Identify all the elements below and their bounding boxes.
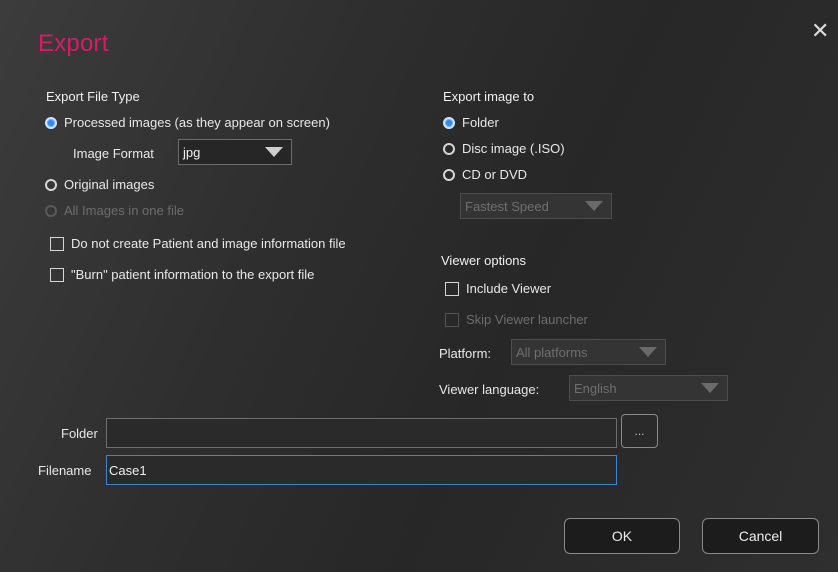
burn-speed-select: Fastest Speed xyxy=(460,193,612,219)
image-format-label: Image Format xyxy=(73,146,154,161)
original-images-radio[interactable] xyxy=(45,178,57,191)
viewer-language-select: English xyxy=(569,375,728,401)
cd-dvd-label: CD or DVD xyxy=(462,167,528,182)
close-icon[interactable]: ✕ xyxy=(811,20,829,42)
skip-launcher-option: Skip Viewer launcher xyxy=(445,312,588,327)
all-in-one-option: All Images in one file xyxy=(45,203,184,218)
platform-value: All platforms xyxy=(516,344,588,360)
folder-path-label: Folder xyxy=(61,426,98,441)
original-images-option[interactable]: Original images xyxy=(45,177,154,192)
all-in-one-radio xyxy=(45,204,57,217)
chevron-down-icon xyxy=(693,376,727,400)
chevron-down-icon xyxy=(631,340,665,364)
skip-launcher-label: Skip Viewer launcher xyxy=(466,312,588,327)
disc-image-label: Disc image (.ISO) xyxy=(462,141,565,156)
folder-target-radio[interactable] xyxy=(443,116,455,129)
filename-input[interactable]: Case1 xyxy=(106,455,617,485)
export-image-to-heading: Export image to xyxy=(443,89,535,104)
processed-images-option[interactable]: Processed images (as they appear on scre… xyxy=(45,115,330,130)
skip-launcher-checkbox xyxy=(445,312,459,327)
all-in-one-label: All Images in one file xyxy=(64,203,184,218)
export-dialog: Export ✕ Export File Type Processed imag… xyxy=(0,0,838,572)
filename-label: Filename xyxy=(38,463,92,478)
folder-target-label: Folder xyxy=(462,115,499,130)
ok-button[interactable]: OK xyxy=(564,518,680,554)
browse-folder-button[interactable]: ... xyxy=(621,414,658,448)
include-viewer-checkbox[interactable] xyxy=(445,281,459,296)
folder-path-input[interactable] xyxy=(106,418,617,448)
platform-select: All platforms xyxy=(511,339,666,365)
image-format-value: jpg xyxy=(183,144,201,160)
cd-dvd-radio[interactable] xyxy=(443,168,455,181)
disc-image-option[interactable]: Disc image (.ISO) xyxy=(443,141,565,156)
processed-images-radio[interactable] xyxy=(45,116,57,129)
no-patient-info-option[interactable]: Do not create Patient and image informat… xyxy=(50,236,346,251)
include-viewer-label: Include Viewer xyxy=(466,281,552,296)
platform-label: Platform: xyxy=(439,346,492,361)
viewer-language-value: English xyxy=(574,380,617,396)
viewer-options-heading: Viewer options xyxy=(441,253,527,268)
original-images-label: Original images xyxy=(64,177,155,192)
chevron-down-icon xyxy=(257,140,291,164)
cd-dvd-option[interactable]: CD or DVD xyxy=(443,167,527,182)
burn-patient-info-checkbox[interactable] xyxy=(50,267,64,282)
burn-patient-info-option[interactable]: "Burn" patient information to the export… xyxy=(50,267,314,282)
chevron-down-icon xyxy=(577,194,611,218)
burn-speed-value: Fastest Speed xyxy=(465,198,549,214)
viewer-language-label: Viewer language: xyxy=(439,382,540,397)
image-format-select[interactable]: jpg xyxy=(178,139,292,165)
no-patient-info-checkbox[interactable] xyxy=(50,236,64,251)
disc-image-radio[interactable] xyxy=(443,142,455,155)
include-viewer-option[interactable]: Include Viewer xyxy=(445,281,551,296)
processed-images-label: Processed images (as they appear on scre… xyxy=(64,115,330,130)
cancel-button[interactable]: Cancel xyxy=(702,518,819,554)
dialog-title: Export xyxy=(38,30,109,57)
burn-patient-info-label: "Burn" patient information to the export… xyxy=(71,267,315,282)
no-patient-info-label: Do not create Patient and image informat… xyxy=(71,236,346,251)
folder-target-option[interactable]: Folder xyxy=(443,115,499,130)
export-file-type-heading: Export File Type xyxy=(46,89,140,104)
